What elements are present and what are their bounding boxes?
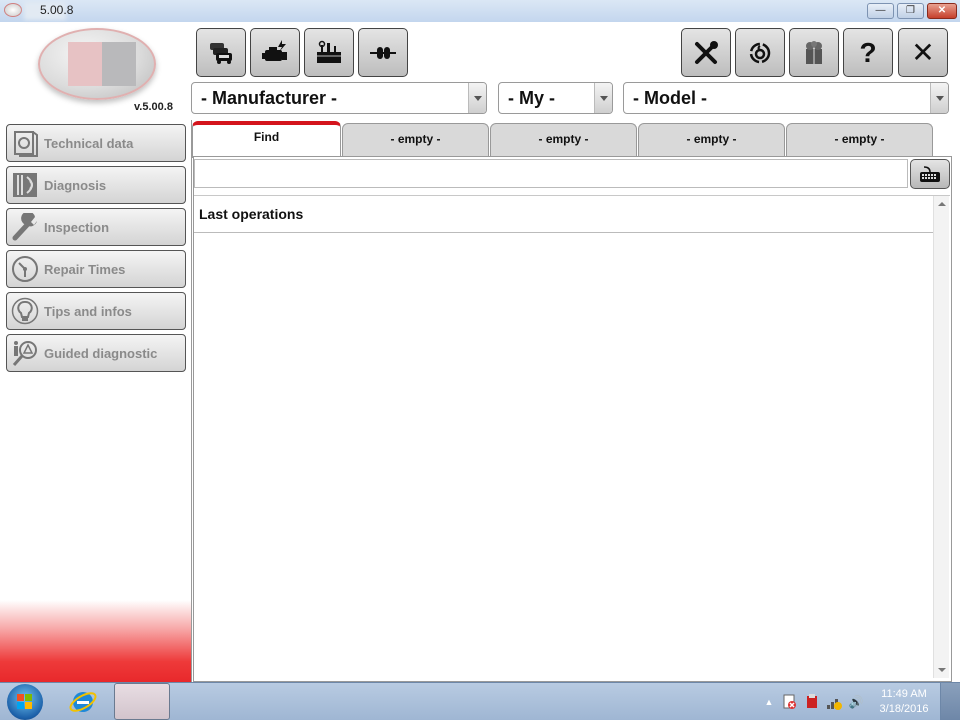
scroll-down-icon[interactable] [938, 668, 946, 672]
manufacturer-select[interactable]: - Manufacturer - [191, 82, 487, 114]
tab-find[interactable]: Find [192, 121, 341, 158]
manufacturer-value: - Manufacturer - [201, 88, 338, 108]
my-select[interactable]: - My - [498, 82, 613, 114]
gift-icon [806, 40, 822, 64]
toolbox-icon [317, 40, 341, 63]
vertical-scrollbar[interactable] [933, 196, 949, 678]
engine-icon [262, 39, 287, 61]
minimize-button[interactable]: — [867, 3, 894, 19]
tab-empty-3[interactable]: - empty - [638, 123, 785, 157]
chevron-down-icon[interactable] [930, 83, 948, 113]
help-button[interactable]: ? [843, 28, 893, 77]
connector-icon [370, 46, 396, 59]
internet-explorer-button[interactable] [68, 686, 98, 716]
windows-logo-icon [17, 694, 32, 709]
sidebar-item-technical-data[interactable]: Technical data [6, 124, 186, 162]
lightbulb-icon [9, 295, 41, 327]
sidebar-item-label: Guided diagnostic [44, 345, 158, 361]
clock-icon [9, 253, 41, 285]
model-select[interactable]: - Model - [623, 82, 949, 114]
network-icon[interactable] [826, 694, 842, 710]
settings-button[interactable] [681, 28, 731, 77]
sidebar-item-tips-and-infos[interactable]: Tips and infos [6, 292, 186, 330]
clock-date: 3/18/2016 [879, 703, 929, 715]
update-icon [749, 42, 771, 63]
keyboard-icon [920, 166, 940, 182]
connector-button[interactable] [358, 28, 408, 77]
chevron-down-icon[interactable] [594, 83, 612, 113]
cars-icon [210, 42, 232, 64]
sidebar-gradient [0, 600, 191, 682]
update-button[interactable] [735, 28, 785, 77]
header-divider [194, 232, 933, 233]
clock-time: 11:49 AM [881, 688, 927, 700]
guided-diagnostic-icon [9, 337, 41, 369]
taskbar-app-button[interactable] [114, 683, 170, 720]
taskbar-clock[interactable]: 11:49 AM 3/18/2016 [872, 687, 936, 717]
toolbox-button[interactable] [304, 28, 354, 77]
sidebar-item-label: Diagnosis [44, 177, 107, 193]
gift-button[interactable] [789, 28, 839, 77]
wrench-icon [9, 211, 41, 243]
sidebar-item-guided-diagnostic[interactable]: Guided diagnostic [6, 334, 186, 372]
title-bar: 5.00.8 [0, 0, 960, 22]
chevron-down-icon[interactable] [468, 83, 486, 113]
action-center-icon[interactable] [782, 694, 798, 710]
sidebar-item-label: Tips and infos [44, 303, 132, 319]
sidebar-item-repair-times[interactable]: Repair Times [6, 250, 186, 288]
sidebar-item-diagnosis[interactable]: Diagnosis [6, 166, 186, 204]
restore-button[interactable]: ❐ [897, 3, 924, 19]
exit-button[interactable]: ✕ [898, 28, 948, 77]
safely-remove-icon[interactable] [804, 694, 820, 710]
engine-button[interactable] [250, 28, 300, 77]
window-close-button[interactable]: ✕ [927, 3, 957, 19]
tab-empty-4[interactable]: - empty - [786, 123, 933, 157]
scroll-up-icon[interactable] [938, 202, 946, 206]
last-operations-header: Last operations [199, 206, 304, 222]
version-label: v.5.00.8 [134, 101, 173, 113]
show-desktop-button[interactable] [940, 683, 960, 720]
show-hidden-icon[interactable]: ▲ [761, 694, 777, 710]
tab-empty-2[interactable]: - empty - [490, 123, 637, 157]
last-operations-list [194, 195, 950, 679]
window-title: 5.00.8 [40, 3, 74, 17]
tools-icon [695, 40, 718, 64]
keyboard-button[interactable] [910, 159, 950, 189]
sidebar-item-label: Technical data [44, 135, 134, 151]
tab-empty-1[interactable]: - empty - [342, 123, 489, 157]
start-button[interactable] [7, 684, 43, 720]
technical-data-icon [9, 127, 41, 159]
model-value: - Model - [633, 88, 707, 108]
sidebar-divider [191, 120, 192, 682]
volume-icon[interactable]: 🔊 [848, 694, 864, 710]
sidebar-item-inspection[interactable]: Inspection [6, 208, 186, 246]
app-logo [38, 28, 156, 100]
sidebar-item-label: Repair Times [44, 261, 126, 277]
internet-explorer-icon [69, 692, 97, 712]
my-value: - My - [508, 88, 555, 108]
diagnosis-icon [9, 169, 41, 201]
sidebar-item-label: Inspection [44, 219, 110, 235]
app-icon [4, 3, 22, 17]
search-input[interactable] [194, 159, 908, 188]
vehicles-button[interactable] [196, 28, 246, 77]
